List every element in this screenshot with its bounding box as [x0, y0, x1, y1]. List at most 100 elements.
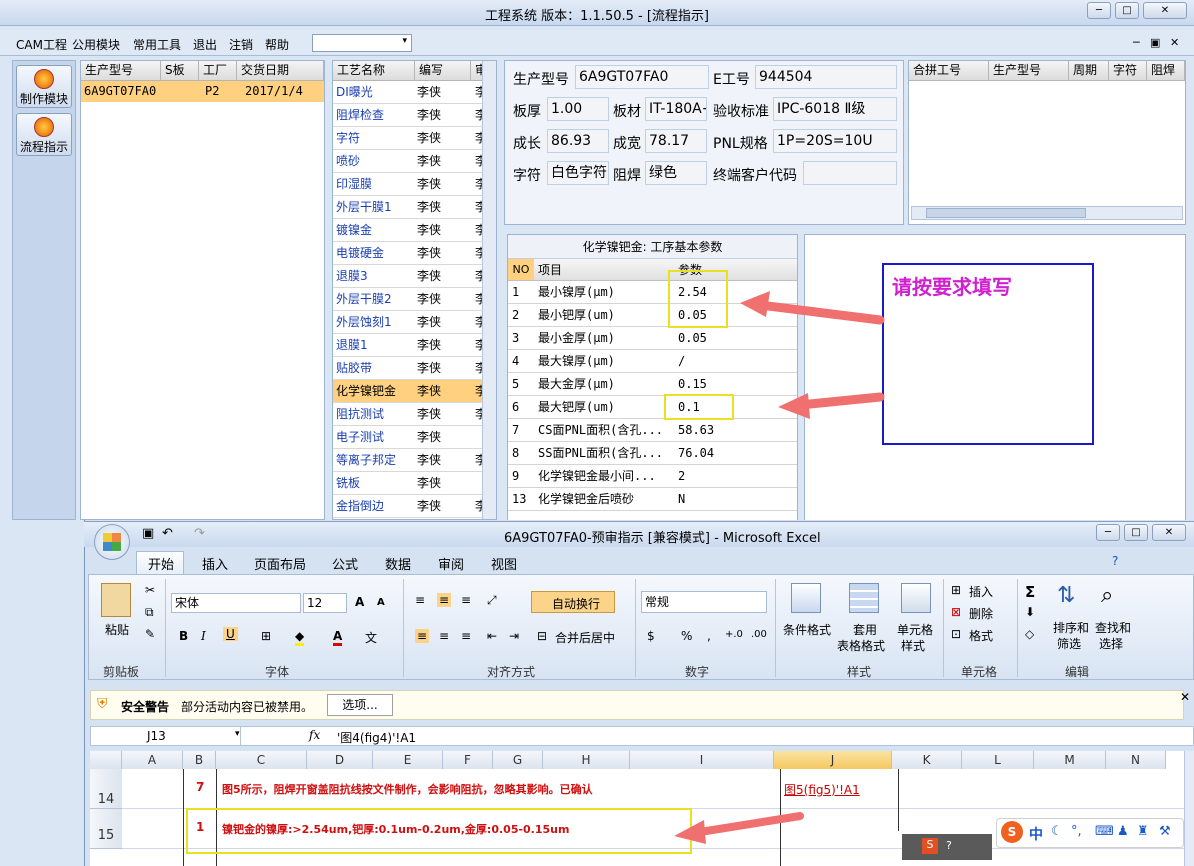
column-header-d[interactable]: D: [307, 751, 373, 769]
find-icon[interactable]: ⌕: [1101, 583, 1113, 608]
decrease-indent-icon[interactable]: ⇤: [487, 629, 497, 643]
format-painter-icon[interactable]: ✎: [145, 627, 155, 641]
cell-style-label-2[interactable]: 样式: [901, 637, 925, 654]
align-bottom-icon[interactable]: ≡: [461, 593, 471, 607]
column-header-n[interactable]: N: [1106, 751, 1166, 769]
keyboard-icon[interactable]: ⌨: [1095, 824, 1114, 839]
security-close-icon[interactable]: ✕: [1180, 690, 1190, 704]
process-scrollbar[interactable]: [482, 61, 496, 519]
menu-help[interactable]: 帮助: [265, 36, 289, 53]
table-row[interactable]: DI曝光 李侠李: [333, 81, 496, 104]
autosum-icon[interactable]: Σ: [1025, 583, 1035, 601]
align-top-icon[interactable]: ≡: [415, 593, 425, 607]
table-row[interactable]: 外层蚀刻1 李侠李: [333, 311, 496, 334]
shrink-font-icon[interactable]: A: [377, 597, 385, 608]
sort-filter-icon[interactable]: ⇅: [1057, 583, 1075, 608]
table-row[interactable]: 镀镍金 李侠李: [333, 219, 496, 242]
table-row[interactable]: 退膜3 李侠李: [333, 265, 496, 288]
formula-input[interactable]: '图4(fig4)'!A1: [337, 729, 416, 746]
tab-insert[interactable]: 插入: [202, 554, 228, 573]
table-format-label-2[interactable]: 表格格式: [837, 637, 885, 654]
table-row[interactable]: 贴胶带 李侠李: [333, 357, 496, 380]
select-all-corner[interactable]: [90, 751, 122, 769]
punct-icon[interactable]: °,: [1071, 824, 1082, 839]
currency-icon[interactable]: $: [647, 629, 655, 643]
cell-b14[interactable]: 7: [196, 780, 204, 794]
col-mask[interactable]: 阻焊: [1147, 61, 1185, 81]
table-row[interactable]: 阻抗测试 李侠李: [333, 403, 496, 426]
column-header-m[interactable]: M: [1034, 751, 1106, 769]
table-row[interactable]: 退膜1 李侠李: [333, 334, 496, 357]
menu-logout[interactable]: 注销: [229, 36, 253, 53]
cell-style-icon[interactable]: [901, 583, 931, 613]
table-row[interactable]: 化学镍钯金 李侠李: [333, 380, 496, 403]
col-process[interactable]: 工艺名称: [333, 61, 415, 81]
table-row[interactable]: 电子测试 李侠: [333, 426, 496, 449]
excel-max-button[interactable]: □: [1124, 524, 1148, 541]
clear-icon[interactable]: ◇: [1025, 627, 1034, 641]
increase-indent-icon[interactable]: ⇥: [509, 629, 519, 643]
col-writer[interactable]: 编写: [415, 61, 471, 81]
mdi-min-button[interactable]: ─: [1133, 36, 1140, 49]
row-header-15[interactable]: 15: [90, 809, 122, 849]
user-icon[interactable]: ♟: [1117, 824, 1129, 839]
table-row[interactable]: 印湿膜 李侠李: [333, 173, 496, 196]
bold-icon[interactable]: B: [179, 629, 188, 643]
font-size-select[interactable]: 12: [303, 593, 347, 613]
security-options-button[interactable]: 选项...: [327, 694, 393, 716]
column-header-b[interactable]: B: [183, 751, 216, 769]
table-row[interactable]: 金指倒边 李侠李: [333, 495, 496, 518]
column-header-g[interactable]: G: [493, 751, 543, 769]
font-name-select[interactable]: 宋体: [171, 593, 301, 613]
office-button[interactable]: [94, 524, 130, 560]
tab-data[interactable]: 数据: [385, 554, 411, 573]
combine-scrollbar[interactable]: [911, 206, 1183, 220]
table-row[interactable]: 6A9GT07FA0 P2 2017/1/4: [81, 81, 324, 102]
eng-field[interactable]: 944504: [755, 65, 897, 89]
name-box[interactable]: J13: [91, 727, 241, 745]
mdi-close-button[interactable]: ✕: [1170, 36, 1179, 49]
border-icon[interactable]: ⊞: [261, 629, 271, 643]
menu-dropdown[interactable]: ▾: [312, 34, 412, 52]
fill-icon[interactable]: ⬇: [1025, 605, 1035, 619]
find-label-2[interactable]: 选择: [1099, 635, 1123, 652]
column-header-f[interactable]: F: [443, 751, 493, 769]
format-icon[interactable]: ⊡: [951, 627, 961, 641]
paste-label[interactable]: 粘贴: [105, 621, 129, 638]
flow-guide-button[interactable]: 流程指示: [16, 113, 72, 156]
help-icon[interactable]: ?: [1112, 554, 1118, 568]
col-char[interactable]: 字符: [1109, 61, 1147, 81]
increase-decimal-icon[interactable]: +.0: [725, 629, 743, 640]
column-header-h[interactable]: H: [543, 751, 630, 769]
percent-icon[interactable]: %: [681, 629, 692, 643]
sogou-logo-icon[interactable]: S: [1001, 821, 1023, 843]
sort-filter-label-1[interactable]: 排序和: [1053, 619, 1089, 636]
thick-field[interactable]: 1.00: [547, 97, 609, 121]
cell-j14-link[interactable]: 图5(fig5)'!A1: [784, 781, 860, 798]
help-small-icon[interactable]: ?: [946, 839, 952, 852]
format-button[interactable]: 格式: [969, 627, 993, 644]
cut-icon[interactable]: ✂: [145, 583, 155, 597]
table-row[interactable]: 铣板 李侠: [333, 472, 496, 495]
cell-c14[interactable]: 图5所示，阻焊开窗盖阻抗线按文件制作，会影响阻抗，忽略其影响。已确认: [222, 781, 593, 797]
cell-style-label-1[interactable]: 单元格: [897, 621, 933, 638]
align-left-icon[interactable]: ≡: [415, 629, 430, 643]
decrease-decimal-icon[interactable]: .00: [751, 629, 767, 640]
number-format-select[interactable]: 常规: [641, 591, 767, 613]
align-middle-icon[interactable]: ≡: [437, 593, 452, 607]
font-color-icon[interactable]: A: [333, 629, 343, 646]
sogou-icon[interactable]: S: [922, 838, 938, 854]
orientation-icon[interactable]: ⤢: [487, 593, 497, 608]
std-field[interactable]: IPC-6018 Ⅱ级: [773, 97, 897, 121]
undo-icon[interactable]: ↶: [162, 526, 173, 541]
save-icon[interactable]: ▣: [142, 526, 154, 541]
col-factory[interactable]: 工厂: [199, 61, 237, 81]
conditional-format-icon[interactable]: [791, 583, 821, 613]
insert-icon[interactable]: ⊞: [951, 583, 961, 597]
copy-icon[interactable]: ⧉: [145, 605, 154, 620]
grow-font-icon[interactable]: A: [355, 595, 364, 609]
merge-icon[interactable]: ⊟: [537, 629, 547, 643]
delete-icon[interactable]: ⊠: [951, 605, 961, 619]
table-format-label-1[interactable]: 套用: [853, 621, 877, 638]
make-module-button[interactable]: 制作模块: [16, 65, 72, 108]
